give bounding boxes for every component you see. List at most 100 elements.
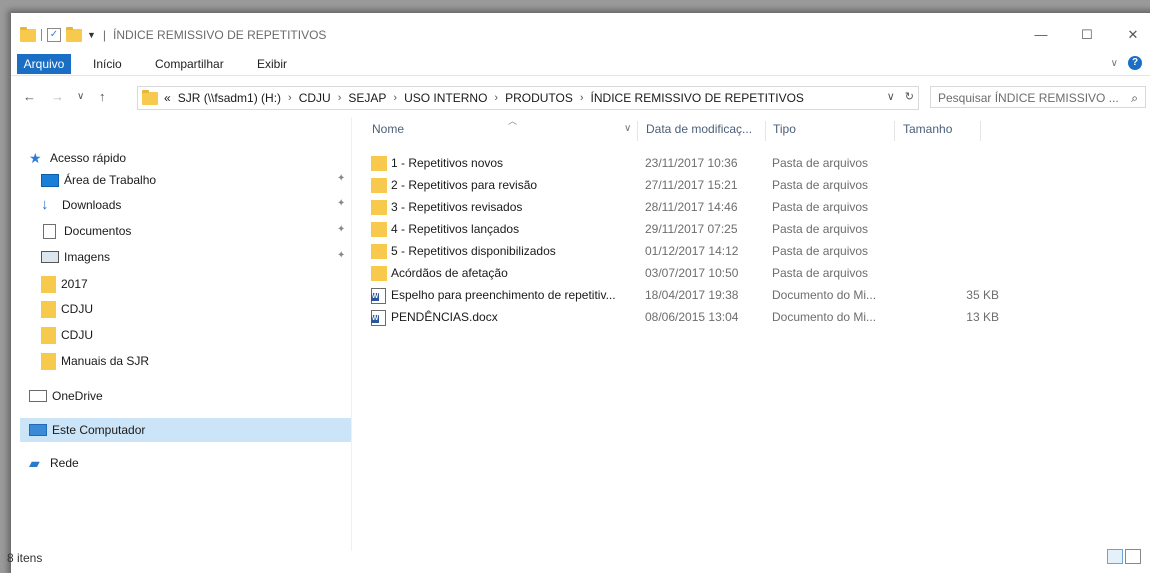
pictures-icon — [41, 251, 59, 263]
nav-label: Documentos — [64, 224, 132, 238]
breadcrumb-separator[interactable]: › — [393, 92, 397, 104]
column-header-type[interactable]: Tipo — [773, 117, 796, 141]
ribbon-right: ∨ ? — [1111, 56, 1142, 70]
quick-access-toolbar: ✓ ▼ | ÍNDICE REMISSIVO DE REPETITIVOS — [20, 26, 327, 42]
search-icon[interactable]: ⌕ — [1131, 87, 1138, 109]
column-dropdown-icon[interactable]: ∨ — [624, 117, 631, 141]
recent-locations-button[interactable]: ∨ — [77, 91, 84, 102]
back-button[interactable]: ← — [23, 89, 36, 104]
window-title: ÍNDICE REMISSIVO DE REPETITIVOS — [113, 28, 327, 42]
file-type: Pasta de arquivos — [772, 222, 869, 236]
file-name: Acórdãos de afetação — [391, 266, 508, 280]
nav-item-downloads[interactable]: ↓ Downloads — [41, 193, 381, 217]
close-button[interactable]: ✕ — [1110, 21, 1150, 49]
file-row[interactable]: 4 - Repetitivos lançados 29/11/2017 07:2… — [369, 218, 1129, 240]
file-date: 29/11/2017 07:25 — [645, 222, 738, 236]
breadcrumb-item[interactable]: USO INTERNO — [404, 91, 487, 105]
file-name: Espelho para preenchimento de repetitiv.… — [391, 288, 616, 302]
search-input[interactable]: Pesquisar ÍNDICE REMISSIVO ... ⌕ — [930, 86, 1146, 108]
nav-item-area-de-trabalho[interactable]: Área de Trabalho — [41, 168, 381, 192]
file-type: Documento do Mi... — [772, 288, 877, 302]
up-button[interactable]: ↑ — [99, 89, 106, 104]
folder-icon — [371, 200, 387, 215]
nav-item-cdju[interactable]: CDJU — [41, 297, 381, 321]
file-row[interactable]: 3 - Repetitivos revisados 28/11/2017 14:… — [369, 196, 1129, 218]
pin-icon[interactable]: ✦ — [337, 250, 345, 261]
address-bar[interactable]: « SJR (\\fsadm1) (H:) › CDJU › SEJAP › U… — [137, 86, 919, 110]
folder-icon — [41, 275, 56, 293]
nav-label: Acesso rápido — [50, 151, 127, 165]
folder-icon — [41, 326, 56, 344]
nav-network[interactable]: ▰ Rede — [29, 451, 369, 475]
breadcrumb-separator[interactable]: › — [288, 92, 292, 104]
customize-toolbar-icon[interactable]: ▼ — [87, 30, 96, 40]
pin-icon[interactable]: ✦ — [337, 198, 345, 209]
folder-icon — [371, 178, 387, 193]
nav-item-cdju[interactable]: CDJU — [41, 323, 381, 347]
column-header-name[interactable]: Nome — [372, 117, 404, 141]
file-row[interactable]: PENDÊNCIAS.docx 08/06/2015 13:04 Documen… — [369, 306, 1129, 328]
column-divider[interactable] — [637, 121, 638, 141]
nav-item-manuais-da-sjr[interactable]: Manuais da SJR — [41, 349, 381, 373]
breadcrumb-item[interactable]: CDJU — [299, 91, 331, 105]
column-divider[interactable] — [765, 121, 766, 141]
folder-icon — [20, 26, 36, 42]
breadcrumb-item[interactable]: SEJAP — [348, 91, 386, 105]
breadcrumb-separator[interactable]: › — [580, 92, 584, 104]
folder-icon — [41, 352, 56, 370]
folder-icon — [371, 156, 387, 171]
properties-icon[interactable]: ✓ — [47, 28, 61, 42]
search-placeholder: Pesquisar ÍNDICE REMISSIVO ... — [938, 91, 1119, 105]
tab-exibir[interactable]: Exibir — [257, 54, 287, 74]
minimize-button[interactable]: — — [1018, 21, 1064, 49]
navigation-pane: ★ Acesso rápido Área de Trabalho ✦ ↓ Dow… — [11, 117, 351, 547]
pin-icon[interactable]: ✦ — [337, 173, 345, 184]
nav-item-2017[interactable]: 2017 — [41, 272, 381, 296]
star-icon: ★ — [29, 150, 42, 166]
file-row[interactable]: 1 - Repetitivos novos 23/11/2017 10:36 P… — [369, 152, 1129, 174]
file-date: 18/04/2017 19:38 — [645, 288, 739, 302]
column-header-date[interactable]: Data de modificaç... — [646, 117, 752, 141]
file-type: Pasta de arquivos — [772, 266, 869, 280]
nav-label: Manuais da SJR — [61, 354, 150, 368]
new-folder-icon[interactable] — [66, 26, 82, 42]
column-header-size[interactable]: Tamanho — [903, 117, 952, 141]
tab-arquivo[interactable]: Arquivo — [17, 54, 71, 74]
expand-ribbon-icon[interactable]: ∨ — [1111, 58, 1118, 69]
nav-item-imagens[interactable]: Imagens — [41, 245, 381, 269]
column-divider[interactable] — [980, 121, 981, 141]
folder-icon — [41, 300, 56, 318]
breadcrumb-separator[interactable]: › — [338, 92, 342, 104]
explorer-window: ✓ ▼ | ÍNDICE REMISSIVO DE REPETITIVOS — … — [7, 13, 1150, 573]
pane-divider[interactable] — [351, 117, 352, 551]
breadcrumb-item[interactable]: SJR (\\fsadm1) (H:) — [178, 91, 281, 105]
nav-item-documentos[interactable]: Documentos — [41, 219, 381, 243]
column-divider[interactable] — [894, 121, 895, 141]
maximize-button[interactable]: ☐ — [1064, 21, 1110, 49]
file-type: Pasta de arquivos — [772, 156, 869, 170]
file-row[interactable]: 2 - Repetitivos para revisão 27/11/2017 … — [369, 174, 1129, 196]
desktop-icon — [41, 173, 59, 187]
tab-compartilhar[interactable]: Compartilhar — [155, 54, 224, 74]
nav-quick-access[interactable]: ★ Acesso rápido — [29, 146, 369, 170]
breadcrumb-item[interactable]: ÍNDICE REMISSIVO DE REPETITIVOS — [591, 91, 804, 105]
address-dropdown-icon[interactable]: ∨ — [887, 90, 895, 103]
forward-button[interactable]: → — [51, 89, 64, 104]
help-icon[interactable]: ? — [1128, 56, 1142, 70]
title-bar: ✓ ▼ | ÍNDICE REMISSIVO DE REPETITIVOS — … — [11, 13, 1150, 53]
nav-onedrive[interactable]: OneDrive — [29, 384, 369, 408]
nav-this-pc[interactable]: Este Computador — [20, 418, 351, 442]
file-row[interactable]: Acórdãos de afetação 03/07/2017 10:50 Pa… — [369, 262, 1129, 284]
breadcrumb-separator[interactable]: › — [494, 92, 498, 104]
file-name: 4 - Repetitivos lançados — [391, 222, 520, 236]
tab-inicio[interactable]: Início — [93, 54, 122, 74]
pin-icon[interactable]: ✦ — [337, 224, 345, 235]
file-row[interactable]: 5 - Repetitivos disponibilizados 01/12/2… — [369, 240, 1129, 262]
breadcrumb-overflow[interactable]: « — [164, 91, 171, 105]
file-type: Pasta de arquivos — [772, 244, 869, 258]
file-row[interactable]: Espelho para preenchimento de repetitiv.… — [369, 284, 1129, 306]
refresh-icon[interactable]: ↻ — [905, 90, 914, 103]
file-date: 28/11/2017 14:46 — [645, 200, 738, 214]
breadcrumb-item[interactable]: PRODUTOS — [505, 91, 573, 105]
title-separator: | — [102, 28, 107, 42]
